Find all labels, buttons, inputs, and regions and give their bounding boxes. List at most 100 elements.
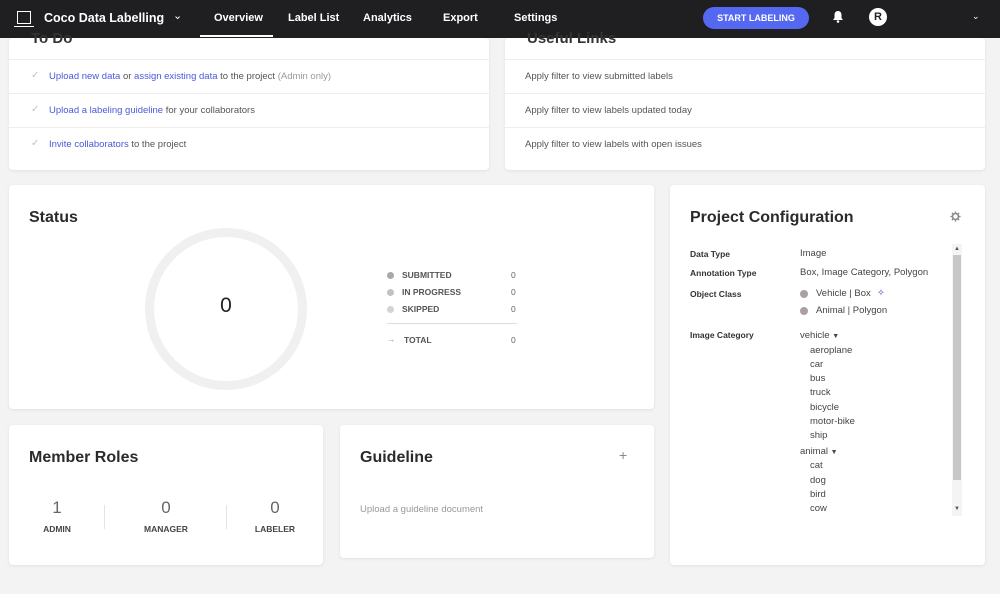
list-item: ship [810, 430, 828, 441]
assign-data-link[interactable]: assign existing data [134, 71, 217, 82]
check-icon: ✓ [31, 70, 40, 81]
box-icon: ⟡ [878, 287, 884, 297]
list-item[interactable]: Apply filter to view labels updated toda… [505, 93, 985, 127]
member-roles-card [9, 425, 323, 565]
list-item: bus [810, 373, 826, 384]
start-labeling-button[interactable]: START LABELING [703, 7, 809, 29]
object-class-vehicle: Vehicle | Box [816, 288, 871, 299]
list-item: car [810, 359, 824, 370]
dot-icon [387, 306, 394, 313]
category-group-vehicle[interactable]: vehicle ▼ [800, 330, 839, 341]
guideline-empty-text: Upload a guideline document [360, 504, 484, 515]
caret-down-icon: ▼ [830, 449, 838, 456]
annotation-type-value: Box, Image Category, Polygon [800, 267, 929, 278]
annotation-type-label: Annotation Type [690, 268, 757, 278]
static-text: to the project [128, 139, 187, 150]
filter-updated-today-link[interactable]: Apply filter to view labels updated toda… [525, 105, 692, 116]
tab-overview[interactable]: Overview [214, 12, 263, 24]
admin-label: ADMIN [43, 524, 71, 534]
list-item: dog [810, 475, 826, 486]
manager-count: 0 [161, 498, 171, 517]
scroll-up-arrow-icon[interactable]: ▲ [953, 246, 961, 252]
list-item[interactable]: Apply filter to view submitted labels [505, 59, 985, 93]
scrollbar-thumb[interactable] [953, 255, 961, 480]
useful-links-card: Useful Links Apply filter to view submit… [505, 30, 985, 170]
tab-export[interactable]: Export [443, 12, 478, 24]
object-class-label: Object Class [690, 289, 742, 299]
legend-label: IN PROGRESS [402, 287, 462, 297]
list-item: bicycle [810, 402, 840, 413]
project-configuration-title: Project Configuration [690, 209, 854, 226]
admin-count: 1 [52, 498, 62, 517]
member-roles-title: Member Roles [29, 449, 139, 466]
list-item: motor-bike [810, 416, 855, 427]
project-configuration-card [670, 185, 985, 565]
avatar[interactable]: R [869, 8, 887, 26]
list-item[interactable]: Apply filter to view labels with open is… [505, 127, 985, 161]
category-group-animal[interactable]: animal ▼ [800, 446, 838, 457]
todo-card: To Do ✓ Upload new data or assign existi… [9, 30, 489, 170]
tab-analytics[interactable]: Analytics [363, 12, 412, 24]
gear-icon[interactable] [950, 211, 961, 222]
check-icon: ✓ [31, 138, 40, 149]
admin-only-note: (Admin only) [277, 71, 332, 82]
legend-value: 0 [511, 304, 516, 314]
divider [104, 505, 105, 529]
list-item: aeroplane [810, 345, 853, 356]
object-class-animal: Animal | Polygon [816, 305, 888, 316]
list-item: ✓ Upload new data or assign existing dat… [9, 59, 489, 93]
useful-links-title: Useful Links [527, 30, 617, 47]
upload-data-link[interactable]: Upload new data [49, 71, 120, 82]
static-text: for your collaborators [163, 105, 255, 116]
legend-label: TOTAL [404, 335, 432, 345]
tab-settings[interactable]: Settings [514, 12, 557, 24]
divider [226, 505, 227, 529]
dot-icon [387, 289, 394, 296]
status-title: Status [29, 209, 78, 226]
chevron-down-icon[interactable]: ⌄ [972, 11, 980, 22]
class-color-dot [800, 307, 808, 315]
arrow-right-icon: → [387, 334, 396, 344]
scroll-down-arrow-icon[interactable]: ▼ [953, 506, 961, 512]
upload-guideline-link[interactable]: Upload a labeling guideline [49, 105, 163, 116]
top-navigation-bar: Coco Data Labelling ⌄ Overview Label Lis… [0, 0, 1000, 38]
labeler-label: LABELER [254, 524, 296, 534]
add-guideline-icon[interactable]: + [619, 447, 627, 463]
list-item: truck [810, 387, 831, 398]
tab-label-list[interactable]: Label List [288, 12, 339, 24]
list-item: bird [810, 489, 826, 500]
list-item: cat [810, 460, 823, 471]
bell-icon[interactable] [832, 10, 844, 23]
guideline-title: Guideline [360, 449, 433, 466]
dot-icon [387, 272, 394, 279]
legend-label: SUBMITTED [402, 270, 452, 280]
divider [387, 323, 517, 324]
check-icon: ✓ [31, 104, 40, 115]
list-item: cow [810, 503, 827, 514]
status-card [9, 185, 654, 409]
labeler-count: 0 [270, 498, 280, 517]
guideline-card [340, 425, 654, 558]
active-tab-indicator [200, 35, 273, 37]
project-name[interactable]: Coco Data Labelling [44, 11, 164, 25]
todo-title: To Do [31, 30, 73, 47]
list-item: ✓ Invite collaborators to the project [9, 127, 489, 161]
filter-open-issues-link[interactable]: Apply filter to view labels with open is… [525, 139, 702, 150]
class-color-dot [800, 290, 808, 298]
caret-down-icon: ▼ [832, 333, 840, 340]
image-category-label: Image Category [690, 330, 754, 340]
static-text: or [120, 71, 135, 82]
filter-submitted-link[interactable]: Apply filter to view submitted labels [525, 71, 673, 82]
chevron-down-icon[interactable]: ⌄ [173, 9, 182, 22]
legend-value: 0 [511, 270, 516, 280]
list-item: ✓ Upload a labeling guideline for your c… [9, 93, 489, 127]
status-total-count: 0 [220, 294, 232, 317]
manager-label: MANAGER [144, 524, 188, 534]
invite-collaborators-link[interactable]: Invite collaborators [49, 139, 129, 150]
data-type-label: Data Type [690, 249, 730, 259]
legend-value: 0 [511, 335, 516, 345]
project-icon[interactable] [14, 11, 34, 27]
data-type-value: Image [800, 248, 827, 259]
static-text: to the project [217, 71, 278, 82]
legend-label: SKIPPED [402, 304, 440, 314]
